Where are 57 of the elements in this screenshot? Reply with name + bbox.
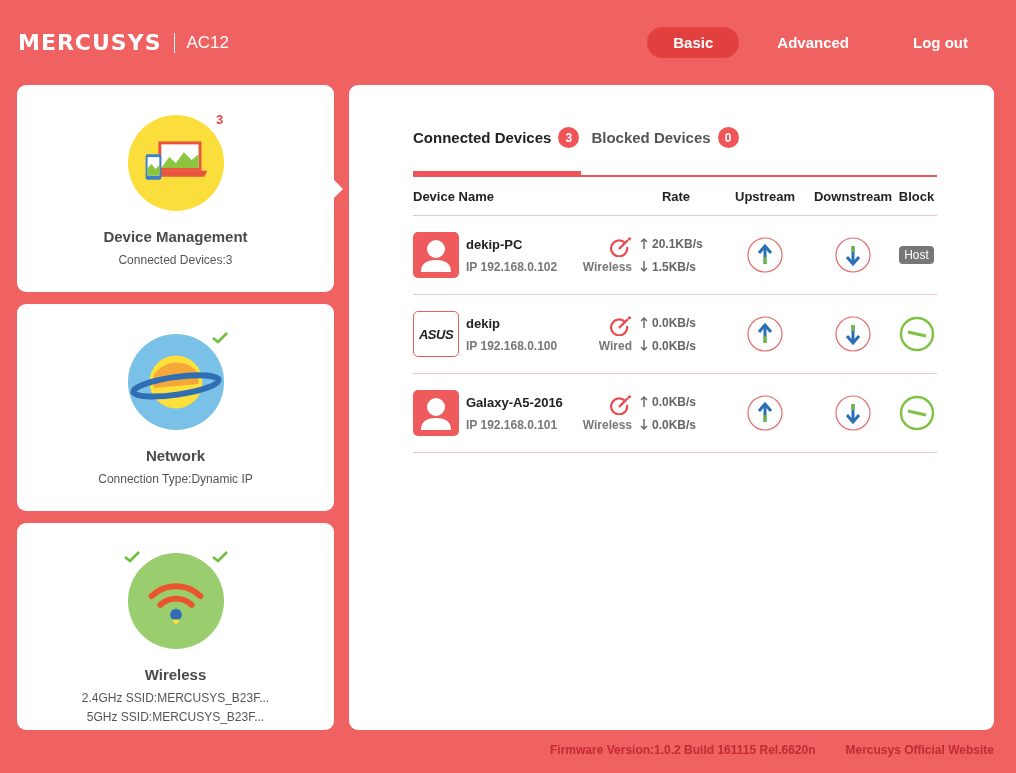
device-name: Galaxy-A5-2016 bbox=[466, 394, 564, 410]
column-header: Device Name bbox=[413, 188, 495, 204]
downstream-limit-icon[interactable] bbox=[835, 237, 871, 273]
connection-type: Wireless bbox=[582, 259, 632, 274]
download-rate: 0.0KB/s bbox=[652, 338, 697, 353]
summary-card[interactable]: 3 Device Management Connected Devices:3 bbox=[17, 85, 334, 292]
upload-rate: 0.0KB/s bbox=[652, 315, 697, 330]
upstream-limit-icon[interactable] bbox=[747, 395, 783, 431]
arrow-down-icon bbox=[640, 261, 648, 272]
device-ip: IP 192.168.0.101 bbox=[466, 417, 559, 432]
card-info: 2.4GHz SSID:MERCUSYS_B23F... bbox=[81, 690, 270, 707]
summary-card[interactable]: Network Connection Type:Dynamic IP bbox=[17, 304, 334, 511]
downstream-limit-icon[interactable] bbox=[835, 316, 871, 352]
card-title: Network bbox=[145, 447, 206, 464]
download-rate: 1.5KB/s bbox=[652, 259, 697, 274]
device-name: dekip-PC bbox=[466, 236, 524, 252]
connection-type: Wireless bbox=[582, 417, 632, 432]
edit-icon[interactable] bbox=[610, 394, 632, 415]
device-ip: IP 192.168.0.100 bbox=[466, 338, 559, 353]
card-info: 5GHz SSID:MERCUSYS_B23F... bbox=[86, 709, 265, 726]
device-name: dekip bbox=[466, 315, 501, 331]
column-header: Block bbox=[897, 188, 936, 204]
edit-icon[interactable] bbox=[610, 315, 632, 336]
upstream-limit-icon[interactable] bbox=[747, 237, 783, 273]
summary-card[interactable]: Wireless 2.4GHz SSID:MERCUSYS_B23F... 5GHz SSID:MERCUSYS_B23F... bbox=[17, 523, 334, 730]
edit-icon[interactable] bbox=[610, 236, 632, 257]
arrow-up-icon bbox=[640, 238, 648, 249]
card-title: Device Management bbox=[103, 228, 248, 245]
arrow-up-icon bbox=[640, 317, 648, 328]
upload-rate: 20.1KB/s bbox=[652, 236, 703, 251]
arrow-up-icon bbox=[640, 396, 648, 407]
devices-icon bbox=[126, 114, 225, 212]
arrow-down-icon bbox=[640, 340, 648, 351]
connection-type: Wired bbox=[598, 338, 632, 353]
person-avatar-icon bbox=[413, 232, 459, 278]
devices-tab[interactable]: Blocked Devices 0 bbox=[591, 125, 739, 175]
host-badge: Host bbox=[899, 246, 934, 264]
nav-tab[interactable]: Basic bbox=[647, 27, 740, 58]
card-info: Connection Type:Dynamic IP bbox=[98, 471, 253, 488]
column-header: Downstream bbox=[813, 188, 893, 204]
device-ip: IP 192.168.0.102 bbox=[466, 259, 559, 274]
planet-icon bbox=[126, 333, 225, 431]
brand-logo: ASUS bbox=[413, 311, 459, 357]
wifi-icon bbox=[126, 552, 225, 650]
arrow-down-icon bbox=[640, 419, 648, 430]
brand-logo: MERCUSYS bbox=[18, 30, 162, 55]
download-rate: 0.0KB/s bbox=[652, 417, 697, 432]
model-name: AC12 bbox=[186, 32, 230, 53]
upload-rate: 0.0KB/s bbox=[652, 394, 697, 409]
column-header: Upstream bbox=[734, 188, 796, 204]
devices-tab[interactable]: Connected Devices 3 bbox=[413, 125, 582, 175]
card-info: Connected Devices:3 bbox=[118, 252, 233, 269]
upstream-limit-icon[interactable] bbox=[747, 316, 783, 352]
column-header: Rate bbox=[660, 188, 692, 204]
downstream-limit-icon[interactable] bbox=[835, 395, 871, 431]
card-title: Wireless bbox=[144, 666, 207, 683]
person-avatar-icon bbox=[413, 390, 459, 436]
